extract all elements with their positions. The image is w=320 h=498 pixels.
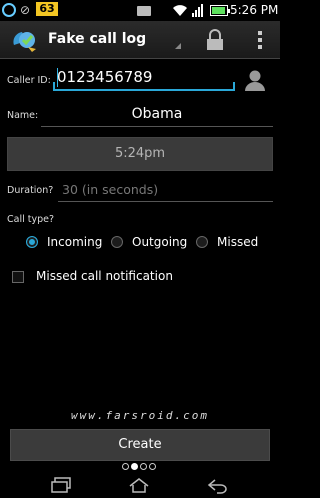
watermark-text: www.farsroid.com	[71, 409, 209, 422]
text-cursor	[57, 68, 58, 87]
missed-notification-label: Missed call notification	[36, 269, 173, 283]
contact-picker-icon[interactable]	[244, 69, 266, 91]
page-indicator	[122, 463, 162, 471]
action-bar: Fake call log	[0, 21, 280, 59]
app-title: Fake call log	[48, 31, 147, 47]
caller-id-input[interactable]: 0123456789	[53, 65, 235, 91]
page-dot	[122, 463, 129, 470]
radio-label: Incoming	[47, 235, 103, 249]
recent-apps-icon[interactable]	[50, 476, 72, 494]
create-button[interactable]: Create	[10, 429, 270, 461]
name-input[interactable]: Obama	[41, 106, 273, 122]
call-type-radio-group: Incoming Outgoing Missed	[0, 234, 280, 250]
overflow-menu-icon[interactable]	[258, 31, 262, 49]
radio-circle	[196, 236, 208, 248]
radio-label: Outgoing	[132, 235, 188, 249]
time-picker-button[interactable]: 5:24pm	[7, 137, 273, 171]
spinner-indicator[interactable]	[175, 43, 181, 49]
page-dot	[149, 463, 156, 470]
lock-icon[interactable]	[205, 29, 225, 51]
status-bar: ⊘ 63 5:26 PM	[0, 0, 280, 21]
home-icon[interactable]	[128, 476, 150, 494]
wifi-icon	[172, 3, 188, 17]
duration-underline	[58, 201, 273, 202]
back-icon[interactable]	[207, 476, 229, 494]
missed-notification-checkbox[interactable]	[12, 271, 24, 283]
notification-badge: 63	[36, 2, 58, 16]
duration-label: Duration?	[7, 185, 54, 196]
caller-id-label: Caller ID:	[7, 75, 51, 86]
radio-outgoing[interactable]: Outgoing	[111, 234, 191, 250]
name-underline	[41, 126, 273, 127]
signal-icon	[192, 3, 206, 17]
app-icon[interactable]	[10, 27, 38, 53]
status-time: 5:26 PM	[230, 3, 279, 17]
call-type-label: Call type?	[7, 214, 55, 225]
mail-icon	[137, 6, 151, 16]
timer-icon	[2, 3, 16, 17]
duration-input[interactable]: 30 (in seconds)	[58, 180, 273, 202]
radio-circle	[26, 236, 38, 248]
page-dot	[140, 463, 147, 470]
radio-label: Missed	[217, 235, 259, 249]
page-dot	[131, 463, 138, 470]
radio-missed[interactable]: Missed	[196, 234, 266, 250]
name-label: Name:	[7, 110, 39, 121]
radio-circle	[111, 236, 123, 248]
navigation-bar	[0, 472, 280, 498]
caller-id-value: 0123456789	[57, 68, 153, 86]
mute-icon: ⊘	[20, 3, 31, 17]
radio-incoming[interactable]: Incoming	[26, 234, 106, 250]
battery-icon	[210, 5, 230, 16]
